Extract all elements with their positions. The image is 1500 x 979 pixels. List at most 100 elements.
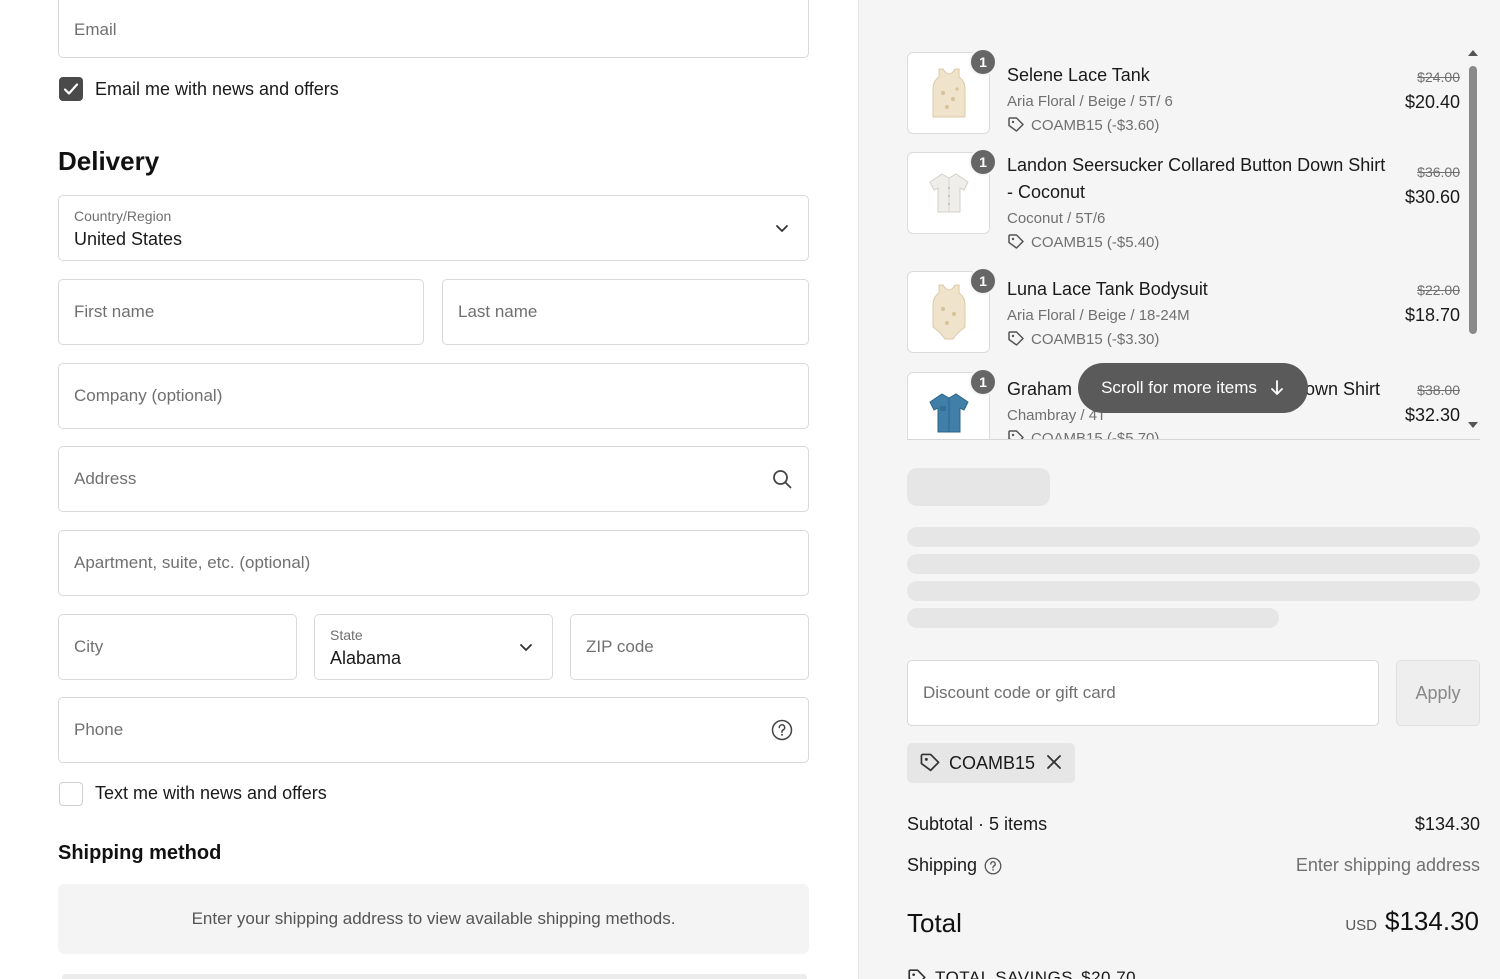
shipping-method-text: Enter your shipping address to view avai… <box>191 909 676 928</box>
item-name-tail: own Shirt <box>1305 379 1381 399</box>
shipping-method-message: Enter your shipping address to view avai… <box>58 884 809 954</box>
item-name: Landon Seersucker Collared Button Down S… <box>1007 155 1386 175</box>
item-original-price: $36.00 <box>1417 164 1460 180</box>
arrow-down-icon <box>1271 380 1283 395</box>
phone-field[interactable]: Phone <box>58 697 809 763</box>
next-section-edge <box>62 974 807 979</box>
discount-placeholder: Discount code or gift card <box>923 683 1116 702</box>
country-select[interactable]: Country/Region United States <box>58 195 809 261</box>
address-field[interactable]: Address <box>58 446 809 512</box>
item-discount-text: COAMB15 (-$5.40) <box>1031 233 1160 251</box>
checkmark-icon <box>63 83 79 95</box>
tag-icon <box>1008 430 1024 439</box>
shipping-method-heading: Shipping method <box>58 842 222 864</box>
apartment-placeholder: Apartment, suite, etc. (optional) <box>74 553 311 572</box>
item-discount-text: COAMB15 (-$3.60) <box>1031 116 1160 134</box>
address-placeholder: Address <box>74 469 137 488</box>
tag-icon <box>920 753 940 772</box>
city-placeholder: City <box>74 637 104 656</box>
scroll-up-icon[interactable] <box>1467 48 1479 58</box>
email-news-label: Email me with news and offers <box>95 79 339 99</box>
items-scrollbar[interactable] <box>1464 46 1478 438</box>
item-original-price: $24.00 <box>1417 69 1460 85</box>
help-icon[interactable] <box>984 857 1002 875</box>
savings-label: TOTAL SAVINGS <box>935 968 1074 979</box>
state-value: Alabama <box>330 648 402 668</box>
scroll-down-icon[interactable] <box>1467 420 1479 430</box>
savings-value: $20.70 <box>1081 968 1137 979</box>
skeleton-line <box>907 581 1480 601</box>
scroll-hint-text: Scroll for more items <box>1101 378 1257 397</box>
company-field[interactable]: Company (optional) <box>58 363 809 429</box>
skeleton-block <box>907 468 1050 506</box>
shirt-icon <box>928 173 969 213</box>
delivery-heading: Delivery <box>58 146 160 176</box>
quantity-badge: 1 <box>969 148 997 176</box>
discount-code-input[interactable]: Discount code or gift card <box>907 660 1379 726</box>
apply-button[interactable]: Apply <box>1396 660 1480 726</box>
item-variant: Aria Floral / Beige / 5T/ 6 <box>1007 93 1173 110</box>
city-field[interactable]: City <box>58 614 297 680</box>
total-currency: USD <box>1345 917 1378 934</box>
shirt-icon <box>928 393 969 433</box>
country-value: United States <box>74 229 183 249</box>
shipping-value: Enter shipping address <box>1295 855 1480 875</box>
quantity-badge: 1 <box>969 368 997 396</box>
last-name-placeholder: Last name <box>458 302 538 321</box>
subtotal-label: Subtotal · 5 items <box>907 814 1048 834</box>
first-name-field[interactable]: First name <box>58 279 424 345</box>
item-name: Selene Lace Tank <box>1007 65 1150 85</box>
apartment-field[interactable]: Apartment, suite, etc. (optional) <box>58 530 809 596</box>
tank-top-icon <box>932 68 965 118</box>
applied-code-text: COAMB15 <box>949 752 1036 773</box>
item-price: $18.70 <box>1404 305 1460 325</box>
total-label: Total <box>907 908 962 938</box>
scroll-for-more-button[interactable]: Scroll for more items <box>1078 363 1308 413</box>
skeleton-line <box>907 554 1480 574</box>
text-news-checkbox[interactable] <box>59 782 83 806</box>
subtotal-value: $134.30 <box>1414 814 1480 834</box>
line-item: 1 Landon Seersucker Collared Button Down… <box>907 148 1462 262</box>
item-variant: Aria Floral / Beige / 18-24M <box>1007 307 1190 324</box>
item-name: Graham <box>1007 379 1073 399</box>
scroll-thumb[interactable] <box>1469 66 1477 334</box>
country-label: Country/Region <box>74 208 172 224</box>
state-select[interactable]: State Alabama <box>314 614 553 680</box>
email-field[interactable]: Email <box>58 0 809 58</box>
item-price: $20.40 <box>1404 92 1460 112</box>
close-icon[interactable] <box>1045 753 1063 771</box>
zip-placeholder: ZIP code <box>586 637 654 656</box>
item-price: $32.30 <box>1404 405 1460 425</box>
last-name-field[interactable]: Last name <box>442 279 809 345</box>
total-value: USD $134.30 <box>1345 906 1479 937</box>
zip-field[interactable]: ZIP code <box>570 614 809 680</box>
tag-icon <box>1008 331 1024 346</box>
email-news-checkbox[interactable] <box>59 77 83 101</box>
item-discount: COAMB15 (-$3.60) <box>1007 116 1159 134</box>
skeleton-line <box>907 527 1480 547</box>
search-icon <box>771 468 793 490</box>
checkout-form: Email Email me with news and offers Deli… <box>0 0 858 979</box>
total-savings: TOTAL SAVINGS $20.70 <box>907 968 1136 979</box>
item-discount-text: COAMB15 (-$5.70) <box>1031 429 1160 440</box>
item-discount: COAMB15 (-$5.70) <box>1007 429 1160 440</box>
help-icon[interactable] <box>771 719 793 741</box>
skeleton-line <box>907 608 1279 628</box>
subtotal-row: Subtotal · 5 items $134.30 <box>907 814 1480 835</box>
item-price: $30.60 <box>1404 187 1460 207</box>
tag-icon <box>908 969 926 979</box>
shipping-row: Shipping Enter shipping address <box>907 855 1480 876</box>
quantity-badge: 1 <box>969 48 997 76</box>
line-item: 1 Selene Lace Tank Aria Floral / Beige /… <box>907 48 1462 142</box>
company-placeholder: Company (optional) <box>74 386 223 405</box>
item-original-price: $38.00 <box>1417 382 1460 398</box>
item-name: Luna Lace Tank Bodysuit <box>1007 279 1208 299</box>
text-news-label: Text me with news and offers <box>95 783 327 803</box>
item-variant: Coconut / 5T/6 <box>1007 210 1106 227</box>
total-amount: $134.30 <box>1385 906 1479 936</box>
item-discount: COAMB15 (-$5.40) <box>1007 233 1159 251</box>
item-original-price: $22.00 <box>1417 282 1460 298</box>
bodysuit-icon <box>932 284 965 340</box>
order-summary: 1 Selene Lace Tank Aria Floral / Beige /… <box>858 0 1500 979</box>
item-discount-text: COAMB15 (-$3.30) <box>1031 330 1160 348</box>
